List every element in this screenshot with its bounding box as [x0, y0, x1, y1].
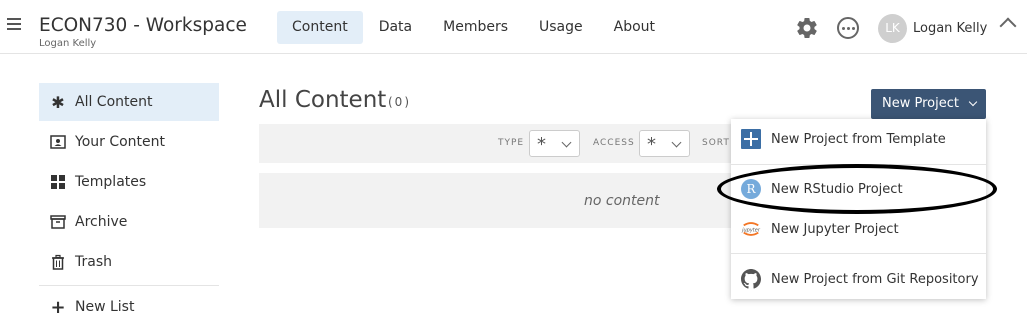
- menu-item-label: New Project from Template: [771, 131, 946, 147]
- sidebar-item-trash[interactable]: Trash: [39, 243, 219, 281]
- sidebar-item-your-content[interactable]: Your Content: [39, 123, 219, 161]
- jupyter-icon: jupyter: [741, 219, 761, 239]
- filter-bar: TYPE * ACCESS * SORT: [259, 124, 731, 163]
- sidebar-item-all-content[interactable]: ✱ All Content: [39, 83, 219, 121]
- grid-icon: [50, 174, 66, 190]
- access-filter-value: *: [647, 134, 656, 155]
- new-list-button[interactable]: + New List: [39, 288, 219, 326]
- menu-item-label: New RStudio Project: [771, 181, 903, 197]
- top-header: ECON730 - Workspace Logan Kelly Content …: [0, 0, 1027, 54]
- tab-members[interactable]: Members: [428, 11, 523, 44]
- empty-state-text: no content: [584, 193, 660, 209]
- menu-item-label: New Jupyter Project: [771, 221, 899, 237]
- menu-item-jupyter-project[interactable]: jupyter New Jupyter Project: [731, 209, 986, 249]
- chevron-up-icon[interactable]: [999, 17, 1017, 35]
- sidebar: ✱ All Content Your Content Templates Arc…: [39, 83, 219, 328]
- more-icon[interactable]: [837, 17, 859, 39]
- menu-item-project-from-template[interactable]: New Project from Template: [731, 119, 986, 159]
- type-filter-value: *: [537, 134, 546, 155]
- page-title: All Content: [259, 87, 387, 113]
- sidebar-divider: [39, 285, 219, 286]
- gear-icon[interactable]: [795, 16, 819, 40]
- menu-item-git-repository[interactable]: New Project from Git Repository: [731, 259, 986, 299]
- template-plus-icon: [741, 129, 761, 149]
- chevron-down-icon: [968, 97, 978, 107]
- workspace-owner: Logan Kelly: [39, 38, 97, 49]
- menu-divider: [731, 164, 986, 165]
- access-filter-label: ACCESS: [593, 138, 635, 148]
- avatar[interactable]: LK: [878, 14, 907, 43]
- trash-icon: [50, 254, 66, 270]
- tab-usage[interactable]: Usage: [524, 11, 598, 44]
- workspace-title: ECON730 - Workspace: [39, 15, 247, 36]
- archive-icon: [50, 214, 66, 230]
- menu-divider: [731, 253, 986, 254]
- sidebar-item-label: Trash: [75, 254, 112, 270]
- sidebar-item-label: Templates: [75, 174, 147, 190]
- menu-item-label: New Project from Git Repository: [771, 271, 979, 287]
- new-project-menu: New Project from Template R New RStudio …: [731, 119, 986, 299]
- person-card-icon: [50, 134, 66, 150]
- chevron-down-icon: [671, 137, 682, 148]
- plus-icon: +: [50, 296, 66, 318]
- rstudio-icon: R: [741, 179, 761, 199]
- chevron-down-icon: [561, 137, 572, 148]
- sidebar-item-label: Your Content: [75, 134, 166, 150]
- menu-icon[interactable]: [7, 18, 21, 30]
- new-project-button[interactable]: New Project: [871, 89, 986, 119]
- new-list-label: New List: [75, 299, 135, 315]
- asterisk-icon: ✱: [51, 92, 65, 112]
- sidebar-item-templates[interactable]: Templates: [39, 163, 219, 201]
- tab-data[interactable]: Data: [364, 11, 427, 44]
- tab-content[interactable]: Content: [277, 11, 363, 44]
- content-count: (0): [388, 95, 411, 109]
- access-filter-select[interactable]: *: [639, 130, 690, 157]
- new-project-label: New Project: [882, 96, 959, 111]
- sidebar-item-label: All Content: [75, 94, 153, 110]
- tab-about[interactable]: About: [599, 11, 670, 44]
- user-name[interactable]: Logan Kelly: [913, 21, 987, 36]
- github-icon: [741, 269, 761, 289]
- sort-filter-label: SORT: [702, 138, 730, 148]
- svg-text:jupyter: jupyter: [741, 227, 761, 233]
- menu-item-rstudio-project[interactable]: R New RStudio Project: [731, 169, 986, 209]
- type-filter-label: TYPE: [498, 138, 525, 148]
- content-list: [259, 173, 731, 228]
- sidebar-item-label: Archive: [75, 214, 128, 230]
- sidebar-item-archive[interactable]: Archive: [39, 203, 219, 241]
- main-nav: Content Data Members Usage About: [277, 11, 671, 44]
- type-filter-select[interactable]: *: [529, 130, 580, 157]
